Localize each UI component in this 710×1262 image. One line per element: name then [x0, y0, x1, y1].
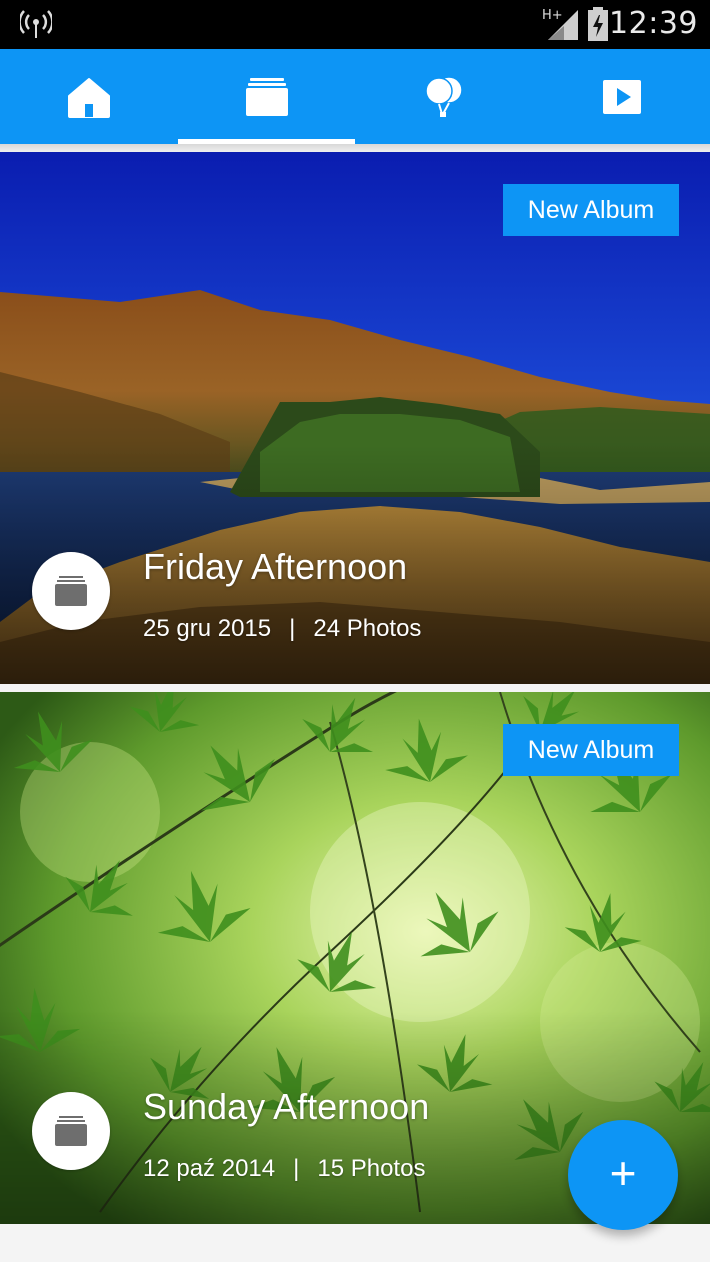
signal-icon: H+: [542, 8, 578, 40]
album-meta: 25 gru 2015 | 24 Photos: [143, 615, 421, 643]
plus-icon: +: [609, 1147, 637, 1199]
meta-separator: |: [289, 615, 296, 642]
video-play-icon: [602, 79, 641, 114]
wifi-tethering-icon: [20, 10, 52, 38]
album-meta: 12 paź 2014 | 15 Photos: [143, 1155, 425, 1183]
album-date: 12 paź 2014: [143, 1155, 276, 1182]
album-icon-button[interactable]: [32, 1092, 110, 1170]
albums-icon: [245, 77, 288, 116]
album-photo-count: 24 Photos: [313, 615, 422, 642]
album-title: Friday Afternoon: [143, 546, 408, 587]
tab-videos[interactable]: [533, 49, 710, 144]
tab-home[interactable]: [0, 49, 177, 144]
album-stack-icon: [55, 576, 87, 606]
new-album-badge[interactable]: New Album: [503, 724, 679, 776]
status-bar: H+ 12:39: [0, 0, 710, 49]
balloons-icon: [424, 75, 463, 117]
album-title: Sunday Afternoon: [143, 1086, 430, 1127]
battery-icon: [588, 7, 608, 41]
album-stack-icon: [55, 1116, 87, 1146]
meta-separator: |: [293, 1155, 300, 1182]
album-icon-button[interactable]: [32, 552, 110, 630]
album-date: 25 gru 2015: [143, 615, 272, 642]
add-album-fab[interactable]: +: [568, 1120, 678, 1230]
album-card[interactable]: New Album Friday Afternoon 25 gru 2015 | 2…: [0, 152, 710, 684]
tab-balloons[interactable]: [355, 49, 532, 144]
new-album-badge[interactable]: New Album: [503, 184, 679, 236]
tab-albums[interactable]: [178, 49, 355, 144]
network-type-label: H+: [542, 8, 563, 23]
album-photo-count: 15 Photos: [317, 1155, 426, 1182]
nav-divider: [0, 144, 710, 152]
status-time: 12:39: [609, 6, 698, 41]
home-icon: [67, 77, 110, 118]
top-tab-bar: [0, 49, 710, 144]
